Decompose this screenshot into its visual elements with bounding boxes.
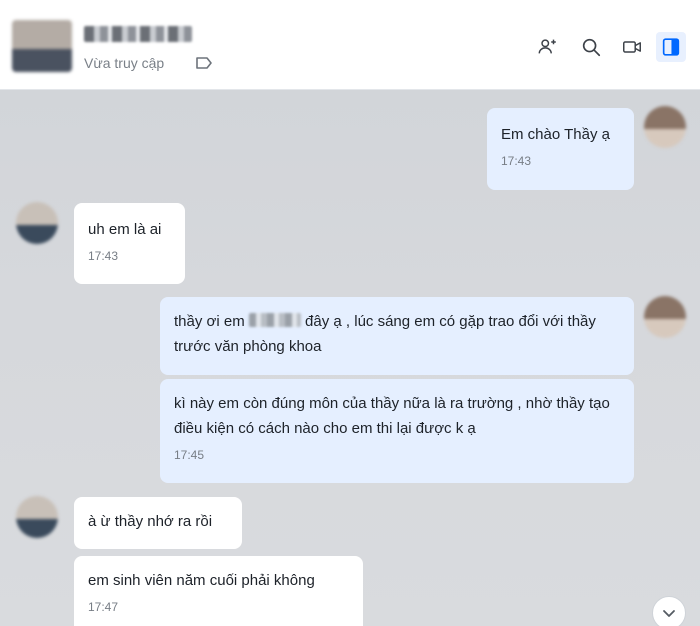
message-bubble[interactable]: Em chào Thầy ạ 17:43 [487,108,634,190]
message-bubble[interactable]: uh em là ai 17:43 [74,203,185,284]
message-time: 17:43 [88,249,119,263]
message-list[interactable]: Em chào Thầy ạ 17:43 uh em là ai 17:43 t… [0,90,700,626]
add-member-icon[interactable] [535,34,561,60]
contact-name-redacted[interactable] [84,26,192,42]
message-time: 17:47 [88,600,119,614]
sender-avatar [644,296,686,338]
message-text: uh em là ai [88,221,162,238]
message-bubble[interactable]: thầy ơi em đây ạ , lúc sáng em có gặp tr… [160,297,634,375]
contact-status: Vừa truy cập [84,55,165,71]
tag-icon[interactable] [195,56,213,70]
video-call-icon[interactable] [619,34,645,60]
contact-avatar-small[interactable] [16,202,58,244]
search-icon[interactable] [578,34,604,60]
message-text: Em chào Thầy ạ [501,126,610,143]
message-bubble[interactable]: kì này em còn đúng môn của thầy nữa là r… [160,379,634,483]
chat-header: Vừa truy cập [0,0,700,90]
message-bubble[interactable]: à ừ thầy nhớ ra rồi [74,497,242,549]
message-text: kì này em còn đúng môn của thầy nữa là r… [174,395,610,437]
scroll-down-button[interactable] [652,596,686,626]
message-text: em sinh viên năm cuối phải không [88,572,315,589]
message-text-part: thầy ơi em [174,313,249,330]
message-time: 17:43 [501,154,532,168]
message-time: 17:45 [174,448,205,462]
contact-avatar[interactable] [12,20,72,72]
redacted-name [248,313,301,327]
message-text: à ừ thầy nhớ ra rồi [88,513,213,530]
message-bubble[interactable]: em sinh viên năm cuối phải không 17:47 [74,556,363,626]
chevron-down-icon [663,610,675,617]
sender-avatar [644,106,686,148]
panel-toggle-icon[interactable] [656,32,686,62]
contact-avatar-small[interactable] [16,496,58,538]
